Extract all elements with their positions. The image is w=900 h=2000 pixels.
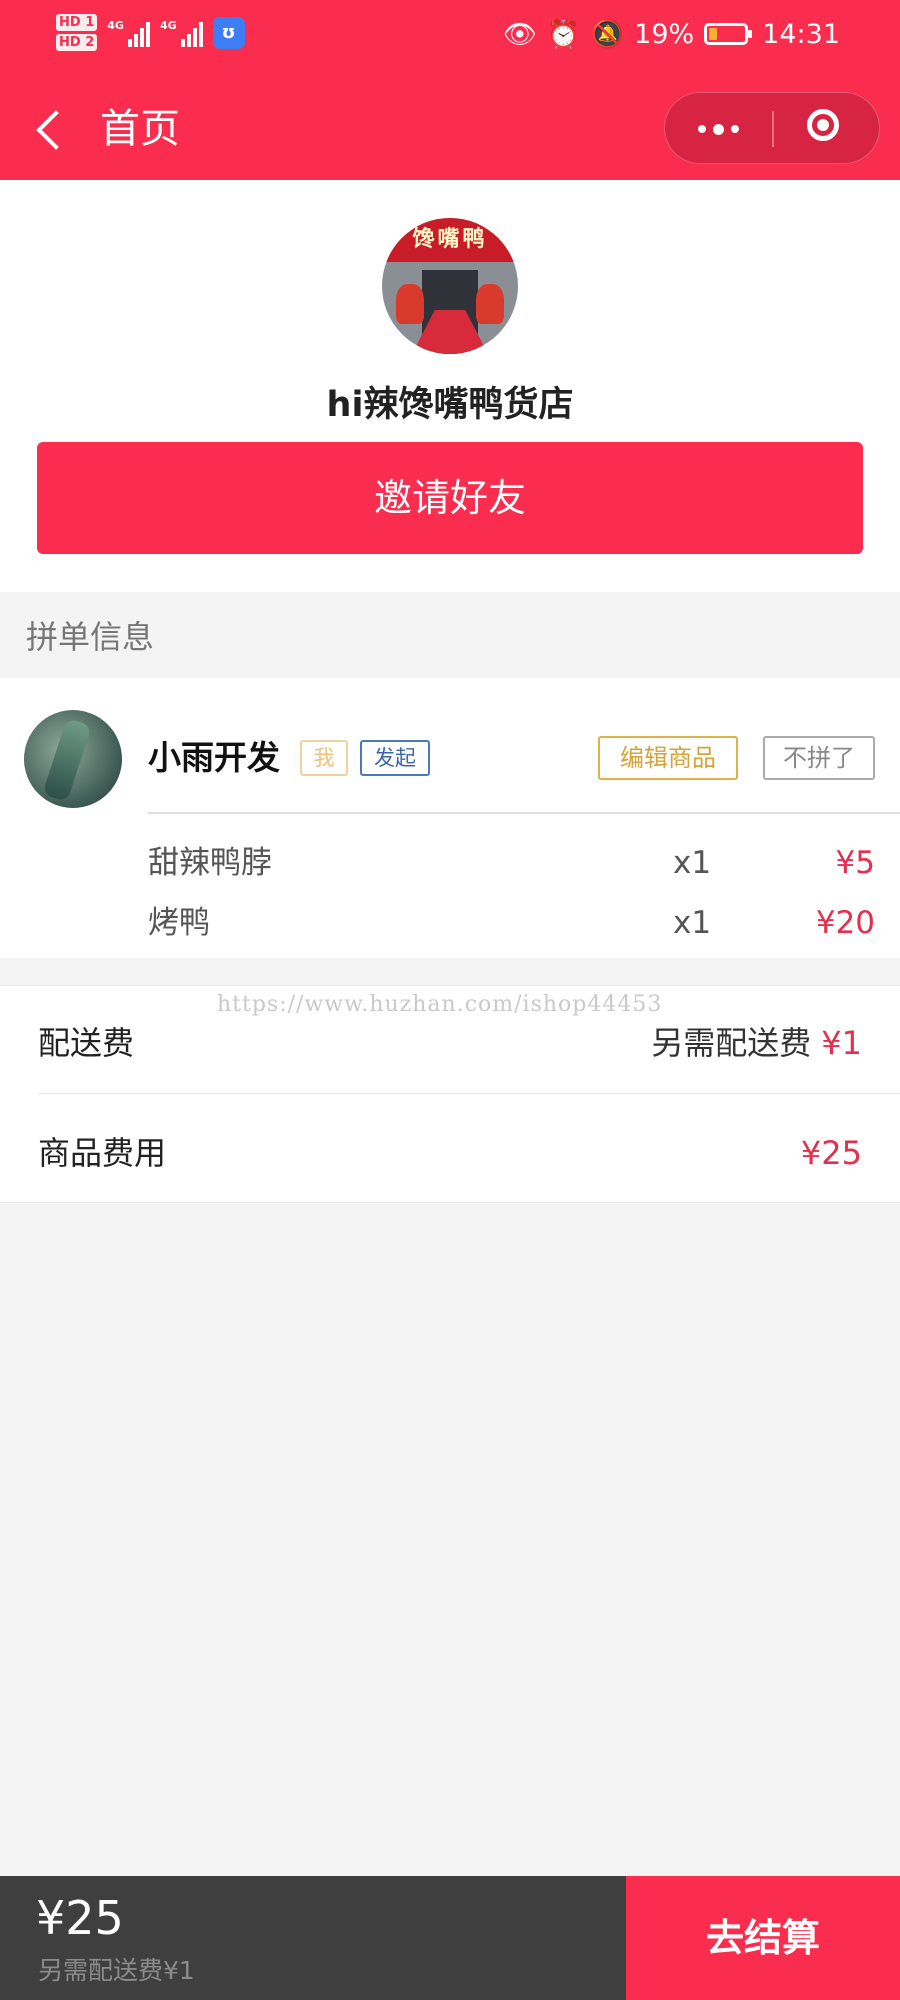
more-dots-icon[interactable] [665, 93, 772, 165]
mute-bell-icon: 🔕 [590, 19, 625, 50]
delivery-fee-row: 配送费 另需配送费 ¥1 [38, 1013, 862, 1073]
hd1-badge: HD 1 [56, 14, 98, 31]
leave-group-button[interactable]: 不拼了 [763, 736, 875, 780]
delivery-note: 另需配送费¥1 [38, 1956, 195, 1985]
goods-fee-value: ¥25 [800, 1134, 862, 1172]
app-notification-icon: ʊ [212, 16, 245, 49]
delivery-fee-value: ¥1 [821, 1024, 862, 1062]
network-type-label: 4G [107, 18, 124, 32]
participant-name: 小雨开发 [148, 738, 280, 777]
list-item: 甜辣鸭脖 x1 ¥5 [148, 838, 875, 888]
delivery-fee-note: 另需配送费 [651, 1024, 812, 1062]
item-quantity: x1 [673, 905, 712, 941]
eye-icon: 👁 [502, 19, 537, 50]
fee-summary: https://www.huzhan.com/ishop44453 配送费 另需… [0, 985, 900, 1203]
item-price: ¥20 [815, 905, 875, 941]
edit-items-button[interactable]: 编辑商品 [598, 736, 738, 780]
hd2-badge: HD 2 [56, 34, 98, 51]
store-sign: 馋嘴鸭 [382, 218, 518, 262]
divider [38, 1093, 900, 1094]
divider [148, 812, 900, 814]
goods-fee-label: 商品费用 [38, 1134, 167, 1172]
item-quantity: x1 [673, 845, 712, 881]
initiator-badge: 发起 [360, 740, 430, 776]
store-name: hi辣馋嘴鸭货店 [326, 385, 574, 425]
page-title: 首页 [100, 106, 180, 152]
status-bar: HD 1 HD 2 4G 4G ʊ 👁 ⏰ 🔕 19% 14:31 [0, 0, 900, 80]
store-avatar: 馋嘴鸭 [382, 218, 518, 354]
item-name: 烤鸭 [148, 905, 210, 941]
network-type-label-2: 4G [159, 18, 177, 32]
status-left: HD 1 HD 2 4G 4G ʊ [56, 14, 245, 51]
back-arrow-icon[interactable] [30, 104, 80, 154]
status-right: 👁 ⏰ 🔕 19% 14:31 [502, 18, 840, 51]
clock: 14:31 [762, 18, 840, 50]
delivery-fee-label: 配送费 [38, 1024, 135, 1062]
alarm-icon: ⏰ [546, 19, 581, 50]
participant-card: 小雨开发 我 发起 编辑商品 不拼了 甜辣鸭脖 x1 ¥5 烤鸭 x1 ¥20 [0, 678, 900, 958]
avatar [24, 710, 122, 808]
checkout-button[interactable]: 去结算 [626, 1876, 900, 2000]
miniprogram-capsule [664, 92, 880, 164]
store-header: 馋嘴鸭 hi辣馋嘴鸭货店 邀请好友 [0, 180, 900, 592]
nav-bar: 首页 [0, 80, 900, 180]
close-target-icon[interactable] [774, 93, 881, 165]
item-name: 甜辣鸭脖 [148, 845, 272, 881]
delivery-fee-value-group: 另需配送费 ¥1 [651, 1013, 862, 1073]
item-price: ¥5 [835, 845, 875, 881]
total-price: ¥25 [36, 1891, 124, 1945]
battery-percent: 19% [634, 18, 695, 50]
list-item: 烤鸭 x1 ¥20 [148, 898, 875, 948]
hd-indicator: HD 1 HD 2 [56, 14, 98, 51]
signal-icon: 4G [107, 19, 150, 47]
me-badge: 我 [300, 740, 348, 776]
checkout-bar: ¥25 另需配送费¥1 去结算 [0, 1876, 900, 2000]
battery-icon [704, 23, 753, 45]
goods-fee-row: 商品费用 ¥25 [38, 1123, 862, 1183]
section-title-group-info: 拼单信息 [26, 618, 155, 656]
signal-icon-2: 4G [160, 19, 203, 47]
invite-friends-button[interactable]: 邀请好友 [37, 442, 863, 554]
